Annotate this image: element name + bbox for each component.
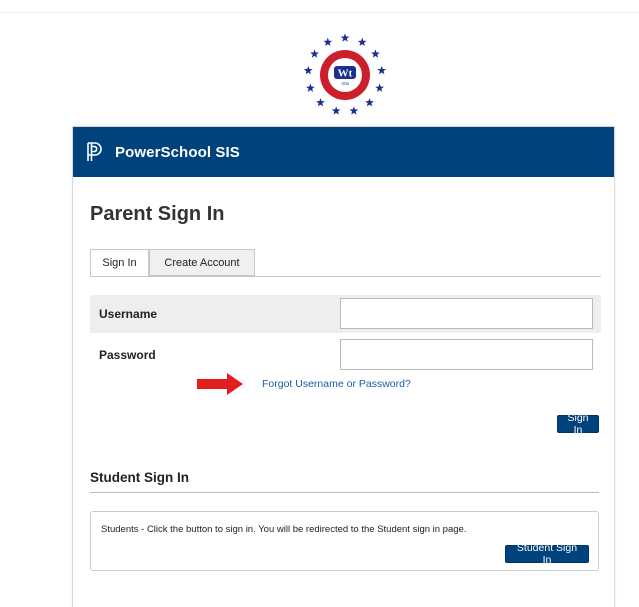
logo-star-icon (357, 37, 367, 46)
page-title: Parent Sign In (90, 203, 225, 225)
student-sign-in-description: Students - Click the button to sign in. … (101, 524, 467, 535)
app-brand-name: PowerSchool SIS (115, 143, 240, 161)
logo-star-icon (310, 49, 319, 58)
student-sign-in-panel: Students - Click the button to sign in. … (90, 511, 599, 571)
forgot-credentials-link[interactable]: Forgot Username or Password? (262, 378, 411, 390)
logo-star-icon (365, 98, 374, 107)
student-sign-in-heading: Student Sign In (90, 470, 189, 485)
logo-year: 1836 (341, 81, 349, 86)
logo-star-icon (340, 33, 350, 42)
password-row: Password (90, 336, 601, 374)
student-sign-in-button[interactable]: Student Sign In (505, 542, 589, 566)
password-input[interactable] (340, 339, 593, 370)
student-divider (90, 492, 599, 493)
username-input[interactable] (340, 298, 593, 329)
school-logo-seal: Wt 1836 (303, 33, 387, 115)
logo-monogram: Wt (338, 68, 353, 80)
logo-star-icon (303, 65, 313, 75)
logo-star-icon (323, 37, 333, 46)
tab-sign-in[interactable]: Sign In (90, 249, 149, 277)
tabs-divider (90, 276, 601, 277)
username-row: Username (90, 295, 601, 333)
logo-star-icon (331, 106, 341, 115)
logo-star-icon (349, 106, 359, 115)
sign-in-card: PowerSchool SIS Parent Sign In Sign In C… (72, 126, 615, 607)
top-divider (0, 12, 639, 13)
password-label: Password (99, 348, 156, 362)
logo-star-icon (306, 83, 315, 92)
username-label: Username (99, 307, 158, 321)
tab-create-account[interactable]: Create Account (149, 249, 255, 276)
logo-star-icon (371, 49, 380, 58)
logo-star-icon (316, 98, 325, 107)
powerschool-logo-icon (87, 142, 102, 161)
logo-star-icon (375, 83, 384, 92)
sign-in-button[interactable]: Sign In (557, 412, 599, 436)
app-header: PowerSchool SIS (73, 127, 614, 177)
logo-star-icon (377, 65, 387, 75)
red-arrow-icon (197, 373, 243, 395)
